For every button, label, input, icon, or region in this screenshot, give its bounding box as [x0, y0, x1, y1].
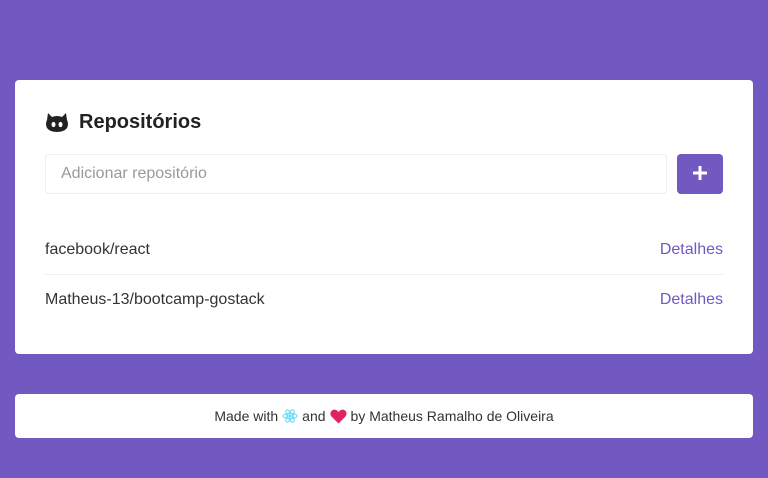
page-title: Repositórios: [79, 110, 202, 133]
footer-made-with: Made with: [214, 408, 279, 424]
list-item: facebook/react Detalhes: [45, 225, 723, 274]
details-link[interactable]: Detalhes: [660, 291, 723, 309]
plus-icon: [693, 165, 707, 183]
github-icon: [45, 110, 69, 134]
heart-icon: [329, 409, 347, 424]
repository-name: Matheus-13/bootcamp-gostack: [45, 290, 265, 308]
details-link[interactable]: Detalhes: [660, 241, 723, 259]
repository-name: facebook/react: [45, 240, 150, 258]
card-header: Repositórios: [45, 110, 201, 134]
footer-author: by Matheus Ramalho de Oliveira: [350, 408, 554, 424]
footer-and: and: [302, 408, 326, 424]
react-icon: [282, 408, 298, 424]
repository-list: facebook/react Detalhes Matheus-13/bootc…: [45, 225, 723, 324]
add-repository-form: [45, 154, 723, 194]
list-item: Matheus-13/bootcamp-gostack Detalhes: [45, 274, 723, 324]
repositories-card: Repositórios facebook/react Detalhes Mat…: [15, 80, 753, 354]
add-repository-button[interactable]: [677, 154, 723, 194]
repository-input[interactable]: [45, 154, 667, 194]
footer: Made with and by Matheus Ramalho de Oliv…: [15, 394, 753, 438]
